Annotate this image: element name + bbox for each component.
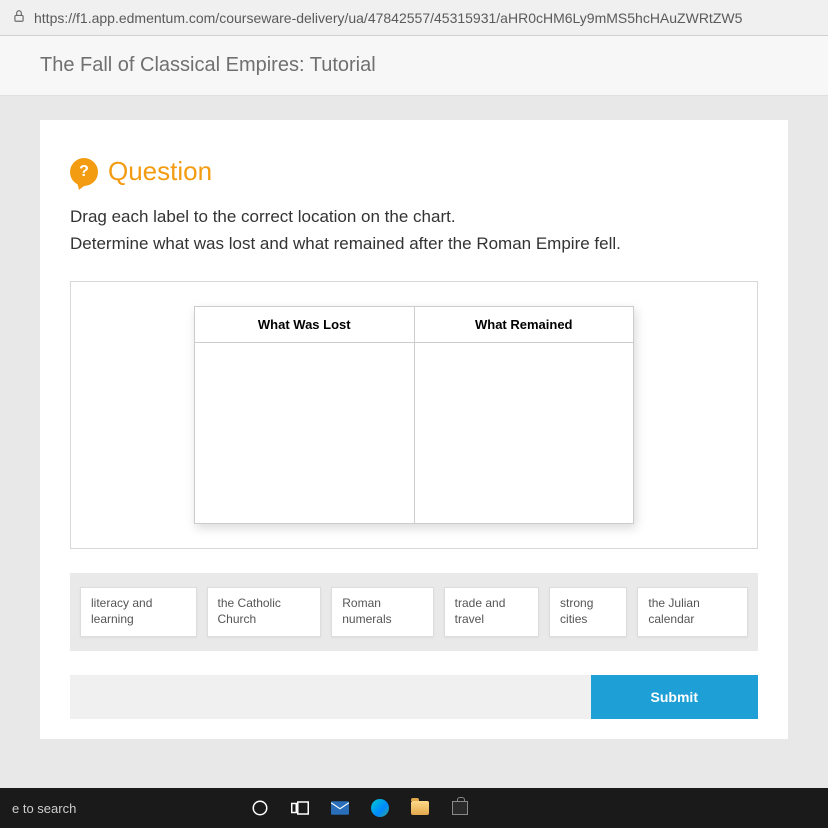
chart-header-lost: What Was Lost	[195, 307, 415, 343]
taskbar-icons	[240, 788, 480, 828]
dropzone-lost[interactable]	[195, 343, 415, 523]
chart-header-row: What Was Lost What Remained	[195, 307, 633, 343]
label-julian-calendar[interactable]: the Julian calendar	[637, 587, 748, 636]
label-catholic-church[interactable]: the Catholic Church	[207, 587, 322, 636]
submit-spacer	[70, 675, 591, 719]
submit-button[interactable]: Submit	[591, 675, 758, 719]
labels-tray: literacy and learning the Catholic Churc…	[70, 573, 758, 650]
dropzone-remained[interactable]	[415, 343, 634, 523]
instruction-line-1: Drag each label to the correct location …	[70, 203, 758, 230]
label-literacy[interactable]: literacy and learning	[80, 587, 197, 636]
instruction-line-2: Determine what was lost and what remaine…	[70, 230, 758, 257]
microsoft-store-icon[interactable]	[440, 788, 480, 828]
label-trade-travel[interactable]: trade and travel	[444, 587, 539, 636]
question-icon: ?	[70, 158, 98, 186]
lock-icon	[12, 9, 26, 26]
instructions: Drag each label to the correct location …	[70, 203, 758, 257]
windows-taskbar: e to search	[0, 788, 828, 828]
browser-address-bar: https://f1.app.edmentum.com/courseware-d…	[0, 0, 828, 36]
page-title: The Fall of Classical Empires: Tutorial	[0, 36, 828, 96]
label-roman-numerals[interactable]: Roman numerals	[331, 587, 433, 636]
taskbar-search-text[interactable]: e to search	[8, 801, 76, 816]
cortana-icon[interactable]	[240, 788, 280, 828]
task-view-icon[interactable]	[280, 788, 320, 828]
chart-header-remained: What Remained	[415, 307, 634, 343]
chart-table: What Was Lost What Remained	[194, 306, 634, 524]
file-explorer-icon[interactable]	[400, 788, 440, 828]
edge-icon[interactable]	[360, 788, 400, 828]
question-header: ? Question	[70, 156, 758, 187]
submit-row: Submit	[70, 675, 758, 719]
content-card: ? Question Drag each label to the correc…	[40, 120, 788, 739]
label-strong-cities[interactable]: strong cities	[549, 587, 627, 636]
question-title: Question	[108, 156, 212, 187]
chart-drop-row	[195, 343, 633, 523]
chart-dropzone-container: What Was Lost What Remained	[70, 281, 758, 549]
mail-icon[interactable]	[320, 788, 360, 828]
url-text[interactable]: https://f1.app.edmentum.com/courseware-d…	[34, 10, 742, 26]
